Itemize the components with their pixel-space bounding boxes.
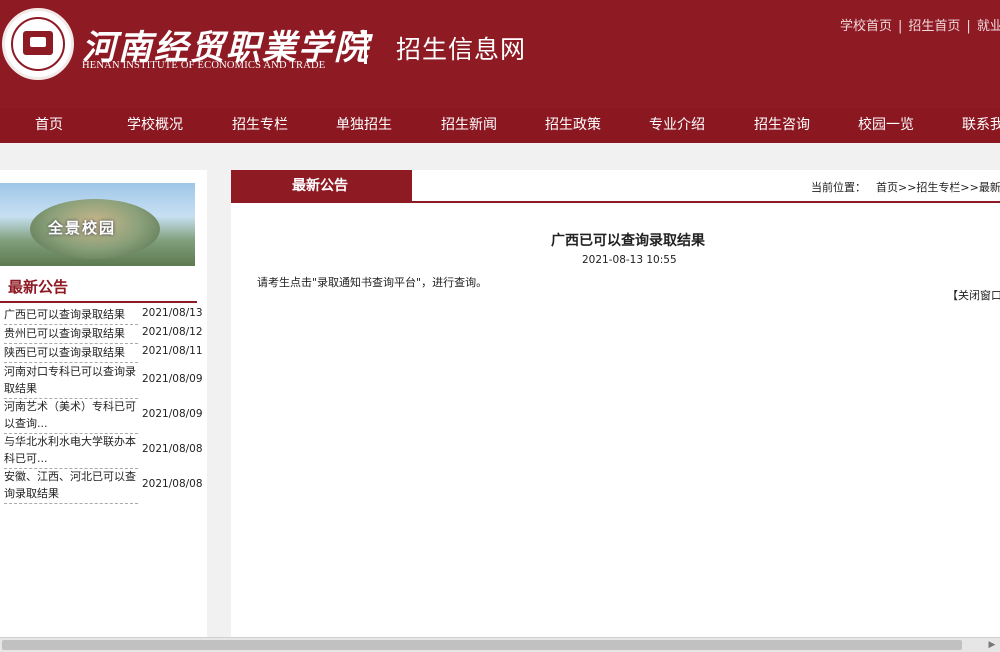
news-date: 2021/08/09 <box>142 408 203 420</box>
scroll-right-arrow-icon[interactable]: ▶ <box>986 639 998 651</box>
news-date: 2021/08/08 <box>142 443 203 455</box>
nav-item-admissions[interactable]: 招生专栏 <box>232 108 288 143</box>
nav-item-consult[interactable]: 招生咨询 <box>754 108 810 143</box>
top-link-school-home[interactable]: 学校首页 <box>840 19 892 34</box>
sidebar-title-underline <box>0 301 197 303</box>
top-links: 学校首页 | 招生首页 | 就业 <box>840 15 1000 34</box>
news-title-link[interactable]: 与华北水利水电大学联办本科已可... <box>4 433 138 469</box>
article-title: 广西已可以查询录取结果 <box>551 233 705 249</box>
breadcrumb-label: 当前位置： <box>811 181 866 194</box>
school-emblem-icon[interactable] <box>2 8 74 80</box>
breadcrumb-path[interactable]: 首页>>招生专栏>>最新公告> <box>876 181 1000 194</box>
campus-panorama-banner[interactable]: 全景校园 <box>0 183 195 266</box>
top-link-admission-home[interactable]: 招生首页 <box>908 19 960 34</box>
article-timestamp: 2021-08-13 10:55 <box>582 254 677 266</box>
sidebar-title: 最新公告 <box>8 278 69 296</box>
scrollbar-thumb[interactable] <box>2 640 962 650</box>
nav-item-home[interactable]: 首页 <box>35 108 63 143</box>
nav-item-policy[interactable]: 招生政策 <box>545 108 601 143</box>
school-name-en: HENAN INSTITUTE OF ECONOMICS AND TRADE <box>82 60 326 71</box>
campus-caption: 全景校园 <box>48 219 117 237</box>
nav-item-independent[interactable]: 单独招生 <box>336 108 392 143</box>
close-window-link[interactable]: 【关闭窗口 <box>947 287 1000 303</box>
news-date: 2021/08/11 <box>142 345 203 357</box>
site-header: 河南经贸职業学院 HENAN INSTITUTE OF ECONOMICS AN… <box>0 0 1000 108</box>
breadcrumb: 当前位置： 首页>>招生专栏>>最新公告> <box>811 179 1000 195</box>
news-title-link[interactable]: 河南艺术（美术）专科已可以查询... <box>4 398 138 434</box>
news-date: 2021/08/12 <box>142 326 203 338</box>
nav-item-about[interactable]: 学校概况 <box>127 108 183 143</box>
horizontal-scrollbar[interactable]: ▶ <box>0 637 1000 652</box>
top-link-employment[interactable]: 就业 <box>977 19 1000 34</box>
nav-item-news[interactable]: 招生新闻 <box>441 108 497 143</box>
news-title-link[interactable]: 广西已可以查询录取结果 <box>4 306 138 325</box>
news-date: 2021/08/09 <box>142 373 203 385</box>
news-date: 2021/08/08 <box>142 478 203 490</box>
news-title-link[interactable]: 安徽、江西、河北已可以查询录取结果 <box>4 468 138 504</box>
main-nav: 首页 学校概况 招生专栏 单独招生 招生新闻 招生政策 专业介绍 招生咨询 校园… <box>0 108 1000 143</box>
site-subtitle: 招生信息网 <box>396 35 527 64</box>
link-separator: | <box>898 19 903 34</box>
news-title-link[interactable]: 贵州已可以查询录取结果 <box>4 325 138 344</box>
news-title-link[interactable]: 陕西已可以查询录取结果 <box>4 344 138 363</box>
main-content: 最新公告 当前位置： 首页>>招生专栏>>最新公告> 广西已可以查询录取结果 20… <box>231 170 1000 637</box>
news-title-link[interactable]: 河南对口专科已可以查询录取结果 <box>4 363 138 399</box>
emblem-core <box>23 31 53 55</box>
news-date: 2021/08/13 <box>142 307 203 319</box>
nav-item-contact[interactable]: 联系我 <box>962 108 1000 143</box>
link-separator: | <box>966 19 971 34</box>
logo-divider <box>364 30 367 64</box>
nav-item-campus[interactable]: 校园一览 <box>858 108 914 143</box>
left-sidebar: 全景校园 最新公告 广西已可以查询录取结果 2021/08/13 贵州已可以查询… <box>0 170 207 637</box>
tab-latest-notice[interactable]: 最新公告 <box>231 170 412 203</box>
nav-item-majors[interactable]: 专业介绍 <box>649 108 705 143</box>
article-body: 请考生点击"录取通知书查询平台"，进行查询。 <box>257 276 488 289</box>
